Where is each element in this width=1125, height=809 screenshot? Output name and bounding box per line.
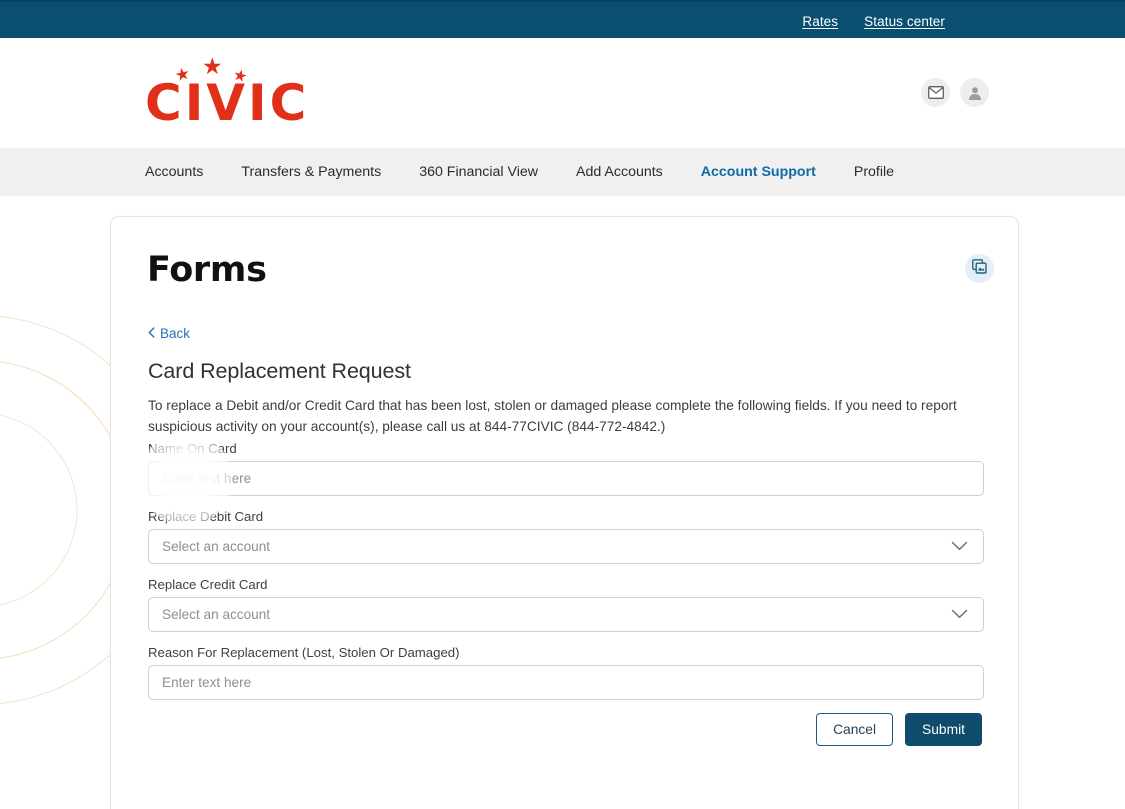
cancel-button[interactable]: Cancel <box>816 713 894 746</box>
nav-item-list: Accounts Transfers & Payments 360 Financ… <box>145 148 913 196</box>
nav-item-account-support[interactable]: Account Support <box>682 164 835 180</box>
select-placeholder: Select an account <box>162 607 271 622</box>
main-navigation: Accounts Transfers & Payments 360 Financ… <box>0 148 1125 196</box>
user-icon <box>967 85 983 101</box>
field-label: Reason For Replacement (Lost, Stolen Or … <box>148 645 460 660</box>
back-link[interactable]: Back <box>148 325 190 341</box>
chevron-down-icon <box>951 607 968 622</box>
form-actions: Cancel Submit <box>816 713 982 746</box>
field-reason-for-replacement: Reason For Replacement (Lost, Stolen Or … <box>148 645 986 700</box>
forms-card: Forms Back Card Replacement Request To r… <box>110 216 1019 809</box>
top-utility-bar: Rates Status center <box>0 0 1125 38</box>
status-center-link[interactable]: Status center <box>864 14 945 29</box>
field-replace-debit-card: Replace Debit Card Select an account <box>148 509 986 564</box>
nav-item-transfers-payments[interactable]: Transfers & Payments <box>222 164 400 180</box>
field-name-on-card: Name On Card Enter text here <box>148 441 986 496</box>
page-title: Forms <box>147 250 267 290</box>
documents-button[interactable] <box>965 254 994 283</box>
name-on-card-input[interactable]: Enter text here <box>148 461 984 496</box>
documents-copy-icon <box>972 258 987 279</box>
field-label: Replace Debit Card <box>148 509 264 524</box>
nav-item-add-accounts[interactable]: Add Accounts <box>557 164 682 180</box>
top-utility-links: Rates Status center <box>802 2 1125 40</box>
reason-for-replacement-input[interactable]: Enter text here <box>148 665 984 700</box>
form-description: To replace a Debit and/or Credit Card th… <box>148 398 957 434</box>
user-button[interactable] <box>960 78 989 107</box>
rates-link[interactable]: Rates <box>802 14 838 29</box>
nav-item-360-financial-view[interactable]: 360 Financial View <box>400 164 557 180</box>
civic-logo[interactable]: ★ ★ ★ CIVIC ® <box>145 54 306 132</box>
header-icon-group <box>921 78 989 107</box>
field-label: Replace Credit Card <box>148 577 268 592</box>
mail-icon <box>927 86 944 99</box>
field-replace-credit-card: Replace Credit Card Select an account <box>148 577 986 632</box>
nav-item-accounts[interactable]: Accounts <box>145 164 222 180</box>
input-placeholder: Enter text here <box>162 675 252 690</box>
input-placeholder: Enter text here <box>162 471 252 486</box>
decorative-arc-inner <box>0 412 78 608</box>
form-fields: Name On Card Enter text here Replace Deb… <box>148 441 986 713</box>
site-header: ★ ★ ★ CIVIC ® <box>0 38 1125 148</box>
replace-debit-card-select[interactable]: Select an account <box>148 529 984 564</box>
form-title: Card Replacement Request <box>148 359 411 383</box>
logo-wordmark: CIVIC <box>145 74 310 132</box>
select-placeholder: Select an account <box>162 539 271 554</box>
page-root: Rates Status center ★ ★ ★ CIVIC ® Accoun… <box>0 0 1125 809</box>
field-label: Name On Card <box>148 441 237 456</box>
mail-button[interactable] <box>921 78 950 107</box>
logo-registered-mark: ® <box>273 90 280 100</box>
replace-credit-card-select[interactable]: Select an account <box>148 597 984 632</box>
chevron-down-icon <box>951 539 968 554</box>
chevron-left-icon <box>148 326 155 341</box>
submit-button[interactable]: Submit <box>905 713 982 746</box>
back-link-label: Back <box>160 325 191 341</box>
nav-item-profile[interactable]: Profile <box>835 164 913 180</box>
